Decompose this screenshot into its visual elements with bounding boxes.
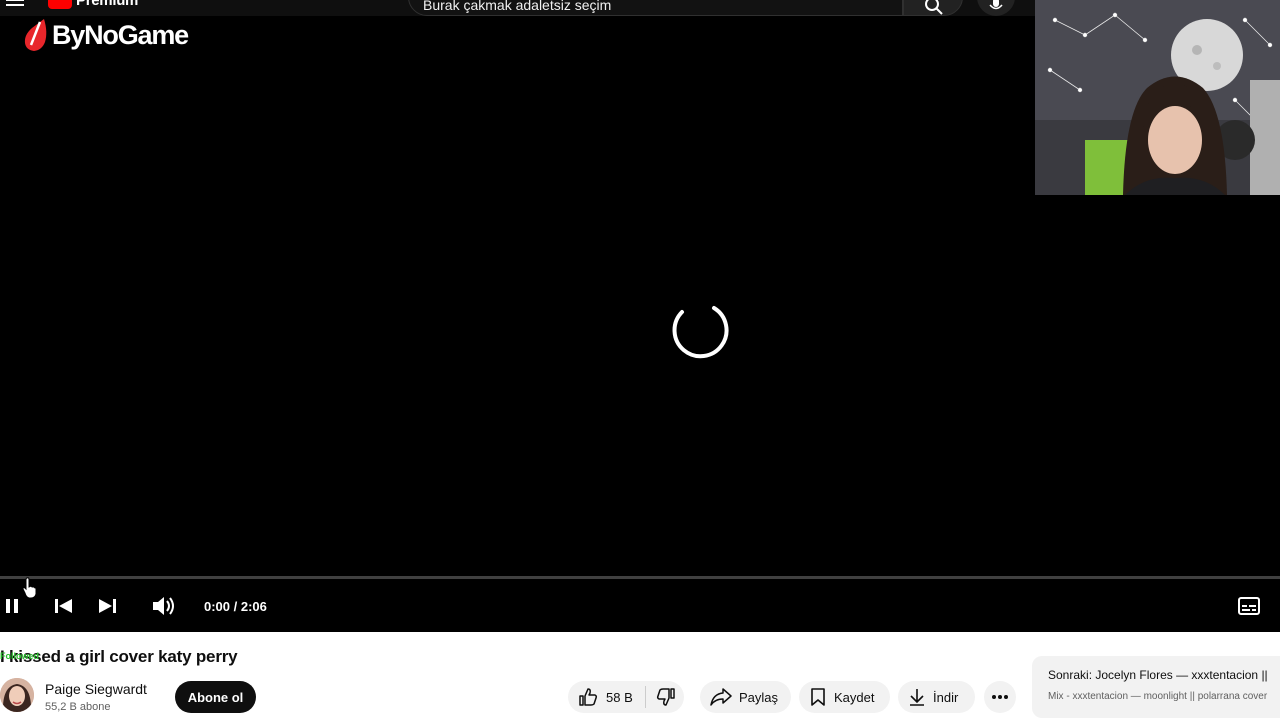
save-label: Kaydet (834, 689, 875, 705)
channel-avatar-image (0, 678, 34, 712)
like-dislike-group: 58 B (568, 681, 684, 713)
like-button[interactable]: 58 B (568, 681, 633, 713)
next-up-subtitle: Mix - xxxtentacion — moonlight || polarr… (1048, 691, 1268, 702)
bynogame-watermark: ByNoGame (22, 18, 189, 52)
youtube-header: Premium Burak çakmak adaletsiz seçim (0, 0, 1035, 16)
share-label: Paylaş (739, 689, 779, 705)
progress-bar[interactable] (0, 576, 1280, 579)
streamer-webcam (1035, 0, 1280, 195)
next-up-title-line: Sonraki: Jocelyn Flores — xxxtentacion |… (1048, 668, 1268, 682)
subscriber-count: 55,2 B abone (45, 701, 111, 713)
bynogame-logo-icon (24, 19, 47, 51)
search-query: Burak çakmak adaletsiz seçim (423, 0, 612, 13)
thumbs-up-icon (579, 688, 598, 706)
youtube-premium-label: Premium (76, 0, 139, 9)
search-input[interactable]: Burak çakmak adaletsiz seçim (408, 0, 903, 16)
youtube-logo[interactable]: Premium (48, 0, 139, 9)
subtitles-icon[interactable] (1238, 597, 1260, 615)
watermark-text: ByNoGame (52, 19, 189, 50)
like-count: 58 B (606, 689, 633, 705)
download-label: İndir (933, 689, 959, 705)
volume-icon[interactable] (151, 595, 177, 617)
microphone-icon (989, 0, 1003, 10)
channel-name[interactable]: Paige Siegwardt (45, 681, 147, 697)
download-button[interactable]: İndir (898, 681, 975, 713)
download-icon (910, 689, 924, 706)
voice-search-button[interactable] (977, 0, 1015, 16)
youtube-play-icon (48, 0, 72, 9)
avatar[interactable] (0, 678, 34, 712)
search-button[interactable] (903, 0, 963, 16)
player-controls: 0:00 / 2:06 (0, 580, 1280, 632)
follow-overlay-text: Followed (0, 651, 39, 661)
more-actions-button[interactable] (984, 681, 1016, 713)
next-icon[interactable] (98, 597, 118, 615)
time-display: 0:00 / 2:06 (204, 599, 267, 614)
next-up-prefix: Sonraki: (1048, 668, 1093, 682)
search-icon (925, 0, 943, 15)
mouse-cursor-icon (22, 577, 37, 599)
next-up-title: Jocelyn Flores — xxxtentacion || (1095, 668, 1268, 682)
thumbs-down-icon[interactable] (656, 687, 676, 707)
menu-icon[interactable] (6, 0, 24, 10)
subscribe-button[interactable]: Abone ol (175, 681, 256, 713)
share-button[interactable]: Paylaş (700, 681, 791, 713)
video-info-panel: I kissed a girl cover katy perry Followe… (0, 632, 1280, 720)
webcam-image (1035, 0, 1280, 195)
like-divider (644, 686, 646, 708)
next-up-card[interactable]: Sonraki: Jocelyn Flores — xxxtentacion |… (1032, 656, 1280, 718)
loading-spinner-icon (672, 306, 729, 359)
more-horizontal-icon (992, 695, 1008, 699)
share-icon (710, 688, 732, 706)
previous-icon[interactable] (53, 597, 73, 615)
pause-icon[interactable] (4, 597, 20, 615)
save-button[interactable]: Kaydet (799, 681, 890, 713)
bookmark-icon (811, 688, 825, 706)
